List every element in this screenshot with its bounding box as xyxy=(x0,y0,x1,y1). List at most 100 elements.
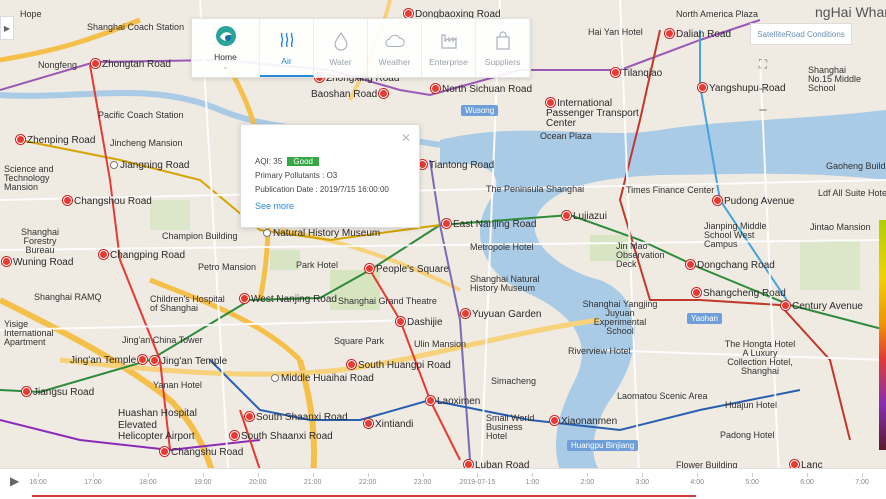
place-label: Metropole Hotel xyxy=(470,242,534,252)
station-label[interactable]: Zhongtan Road xyxy=(91,59,171,70)
sidebar-toggle-button[interactable]: ▶ xyxy=(0,16,14,40)
timeline-tick-label[interactable]: 17:00 xyxy=(84,479,102,486)
station-label[interactable]: Jing'an Temple xyxy=(150,356,227,367)
metro-station-icon xyxy=(91,59,100,68)
station-label[interactable]: South Shaanxi Road xyxy=(245,412,348,423)
station-label[interactable]: Changshou Road xyxy=(63,196,152,207)
aqi-popup: ✕ AQI: 35 Good Primary Pollutants : O3 P… xyxy=(240,124,420,228)
nav-air[interactable]: Air xyxy=(260,19,314,77)
timeline-tick xyxy=(202,473,204,477)
station-label[interactable]: Natural History Museum xyxy=(263,228,380,239)
station-label[interactable]: Baoshan Road xyxy=(311,89,390,100)
station-label[interactable]: North Sichuan Road xyxy=(431,84,532,95)
map-type-toggle[interactable]: SatelliteRoad Conditions xyxy=(750,23,852,45)
timeline-tick-label[interactable]: 18:00 xyxy=(139,479,157,486)
nav-enterprise[interactable]: Enterprise xyxy=(422,19,476,77)
timeline-tick-label[interactable]: 2019-07-15 xyxy=(460,479,496,486)
district-label: ngHai Wharf xyxy=(815,4,886,20)
timeline-tick-label[interactable]: 19:00 xyxy=(194,479,212,486)
place-label: Shanghai Coach Station xyxy=(87,22,185,32)
station-label[interactable]: Middle Huaihai Road xyxy=(271,373,374,384)
place-label: Yanan Hotel xyxy=(153,380,202,390)
timeline-tick-label[interactable]: 1:00 xyxy=(526,479,540,486)
station-label[interactable]: South Shaanxi Road xyxy=(230,431,333,442)
station-label[interactable]: South Huangpi Road xyxy=(347,360,451,371)
nav-water[interactable]: Water xyxy=(314,19,368,77)
timeline-tick-label[interactable]: 21:00 xyxy=(304,479,322,486)
timeline-tick xyxy=(147,473,149,477)
station-label[interactable]: Xintiandi xyxy=(364,419,413,430)
timeline-progress[interactable] xyxy=(32,495,696,497)
metro-station-icon xyxy=(240,294,249,303)
nav-home[interactable]: Home ⌄ xyxy=(192,19,260,77)
place-label: Ldf All Suite Hotel xyxy=(818,188,886,198)
category-nav: Home ⌄ Air Water Weather Enterprise Supp… xyxy=(191,18,531,78)
station-label[interactable]: Shangcheng Road xyxy=(692,288,786,299)
station-label[interactable]: Tiantong Road xyxy=(418,160,494,171)
station-label[interactable]: East Nanjing Road xyxy=(442,219,536,230)
place-label: Shanghai Yangjing Juyuan Experimental Sc… xyxy=(582,299,658,336)
aqi-label: AQI: xyxy=(255,157,272,166)
station-label[interactable]: International Passenger Transport Center xyxy=(546,98,656,129)
station-label[interactable]: Tilanqiao xyxy=(611,68,662,79)
timeline-bar[interactable]: ▶ 16:00 17:00 18:00 19:00 20:00 21:00 22:00 23:… xyxy=(0,468,886,499)
timeline-tick-label[interactable]: 3:00 xyxy=(635,479,649,486)
close-icon[interactable]: ✕ xyxy=(401,131,411,145)
station-label[interactable]: Laoximen xyxy=(426,396,480,407)
station-label[interactable]: Jing'an Temple xyxy=(70,355,149,366)
station-label[interactable]: Changshu Road xyxy=(160,447,243,458)
place-label: Science and Technology Mansion xyxy=(4,164,54,192)
zoom-out-button[interactable]: − xyxy=(752,100,774,120)
station-label[interactable]: Dongchang Road xyxy=(686,260,775,271)
place-label: The Peninsula Shanghai xyxy=(486,184,585,194)
metro-station-icon xyxy=(550,416,559,425)
place-label: Jin Mao Observation Deck xyxy=(616,241,665,269)
station-label[interactable]: Dashijie xyxy=(396,317,443,328)
station-label[interactable]: Pudong Avenue xyxy=(713,196,794,207)
timeline-tick-label[interactable]: 22:00 xyxy=(359,479,377,486)
station-label[interactable]: Zhenping Road xyxy=(16,135,95,146)
place-label: Hai Yan Hotel xyxy=(588,27,643,37)
place-label: Ocean Plaza xyxy=(540,131,592,141)
metro-station-icon xyxy=(230,431,239,440)
place-label: Simacheng xyxy=(491,376,537,386)
station-label[interactable]: West Nanjing Road xyxy=(240,294,337,305)
station-label[interactable]: Jiangning Road xyxy=(110,160,190,171)
station-label[interactable]: Dalian Road xyxy=(665,29,731,40)
place-label: Children's Hospital of Shanghai xyxy=(150,294,225,313)
timeline-tick-label[interactable]: 20:00 xyxy=(249,479,267,486)
station-label[interactable]: Xiaonanmen xyxy=(550,416,617,427)
station-label[interactable]: People's Square xyxy=(365,264,449,275)
zoom-in-button[interactable]: + xyxy=(752,79,774,99)
place-label: North America Plaza xyxy=(676,9,759,19)
aqi-status-badge: Good xyxy=(287,157,319,166)
station-label[interactable]: Changping Road xyxy=(99,250,185,261)
place-label: Park Hotel xyxy=(296,260,339,270)
timeline-tick-label[interactable]: 7:00 xyxy=(855,479,869,486)
station-label[interactable]: Jiangsu Road xyxy=(22,387,94,398)
timeline-tick xyxy=(862,473,863,477)
nav-weather[interactable]: Weather xyxy=(368,19,422,77)
station-label[interactable]: Century Avenue xyxy=(781,301,863,312)
timeline-tick-label[interactable]: 5:00 xyxy=(745,479,759,486)
station-label[interactable]: Yuyuan Garden xyxy=(461,309,542,320)
timeline-tick-label[interactable]: 4:00 xyxy=(690,479,704,486)
metro-station-icon xyxy=(2,257,11,266)
water-drop-icon xyxy=(330,30,352,52)
timeline-tick-label[interactable]: 23:00 xyxy=(414,479,432,486)
place-label: Petro Mansion xyxy=(198,262,257,272)
station-label[interactable]: Wuning Road xyxy=(2,257,73,268)
fullscreen-icon[interactable]: ⛶ xyxy=(752,54,774,74)
station-label[interactable]: Lujiazui xyxy=(562,211,607,222)
timeline-tick-label[interactable]: 2:00 xyxy=(581,479,595,486)
timeline-tick-label[interactable]: 6:00 xyxy=(800,479,814,486)
timeline-tick xyxy=(257,473,259,477)
timeline-tick-label[interactable]: 16:00 xyxy=(29,479,47,486)
see-more-link[interactable]: See more xyxy=(255,199,294,213)
aqi-row: AQI: 35 Good xyxy=(255,155,405,169)
nav-suppliers[interactable]: Suppliers xyxy=(476,19,530,77)
place-label: Small World Business Hotel xyxy=(486,413,535,441)
play-icon[interactable]: ▶ xyxy=(10,474,19,488)
place-label: Padong Hotel xyxy=(720,430,775,440)
publication-date-text: Publication Date : 2019/7/15 16:00:00 xyxy=(255,185,389,194)
